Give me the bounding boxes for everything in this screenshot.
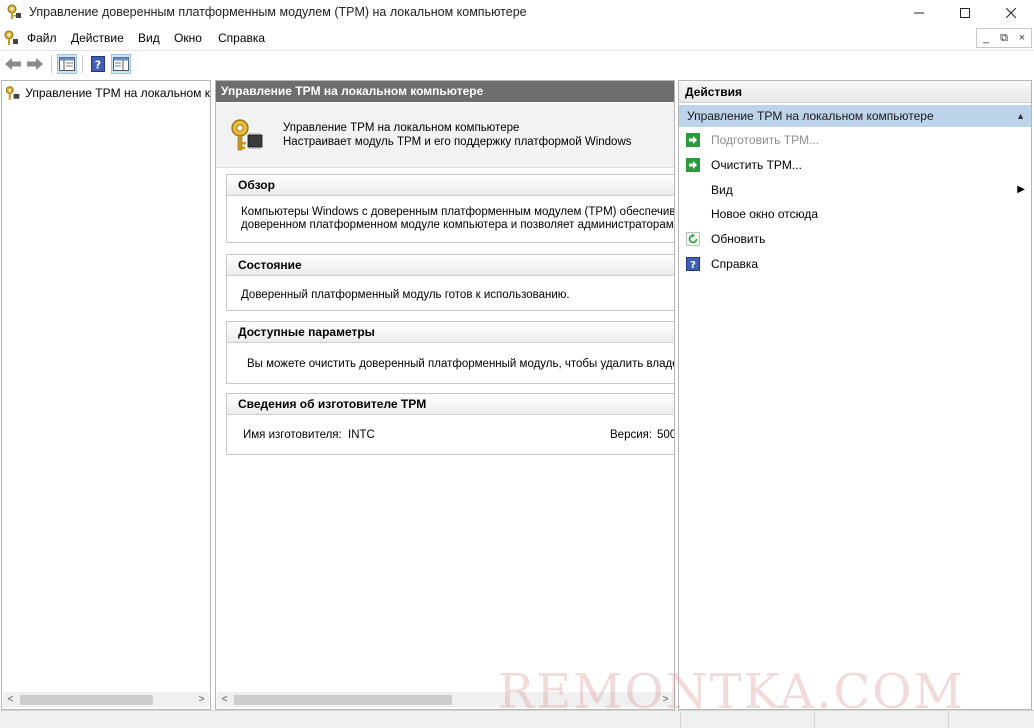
forward-arrow-icon — [27, 58, 43, 70]
title-bar: Управление доверенным платформенным моду… — [0, 0, 1034, 25]
overview-section: Обзор Компьютеры Windows с доверенным пл… — [226, 174, 675, 243]
tpm-app-icon — [7, 4, 21, 19]
status-bar-divider — [814, 713, 815, 727]
action-label: Очистить TPM... — [711, 158, 802, 172]
minimize-button[interactable] — [896, 0, 942, 25]
scrollbar-thumb[interactable] — [20, 695, 153, 705]
action-label: Справка — [711, 257, 759, 271]
tree-item-tpm-management[interactable]: Управление TPM на локальном к — [5, 84, 210, 102]
mdi-window-controls: _ ⧉ × — [976, 28, 1032, 48]
show-hide-action-pane-icon — [113, 57, 129, 71]
refresh-icon — [686, 232, 700, 246]
banner-description: Настраивает модуль TPM и его поддержку п… — [283, 136, 632, 148]
maximize-icon — [960, 7, 970, 18]
maximize-button[interactable] — [942, 0, 988, 25]
manufacturer-section: Сведения об изготовителе TPM Имя изготов… — [226, 393, 675, 455]
overview-section-title: Обзор — [227, 175, 674, 196]
toolbar-separator — [82, 55, 83, 73]
action-prepare-tpm[interactable]: Подготовить TPM... — [679, 129, 1031, 151]
action-refresh[interactable]: Обновить — [679, 228, 1031, 250]
help-icon: ? — [686, 257, 700, 271]
close-icon — [1006, 7, 1016, 18]
show-hide-console-tree-button[interactable] — [57, 54, 77, 74]
forward-button[interactable] — [25, 54, 45, 74]
show-hide-action-pane-button[interactable] — [111, 54, 131, 74]
status-bar-divider — [680, 713, 681, 727]
scroll-left-icon[interactable]: < — [217, 692, 232, 707]
action-label: Обновить — [711, 232, 766, 246]
tree-horizontal-scrollbar[interactable]: < > — [3, 692, 209, 707]
status-text: Доверенный платформенный модуль готов к … — [241, 289, 570, 301]
menu-file[interactable]: Файл — [27, 31, 57, 45]
menu-action[interactable]: Действие — [71, 31, 124, 45]
menu-window[interactable]: Окно — [174, 31, 202, 45]
actions-pane: Действия Управление TPM на локальном ком… — [678, 80, 1032, 710]
action-label: Новое окно отсюда — [711, 207, 819, 221]
svg-text:?: ? — [95, 59, 101, 72]
status-bar — [0, 710, 1034, 728]
document-key-icon[interactable] — [3, 30, 19, 46]
svg-text:?: ? — [690, 260, 696, 271]
tpm-key-chip-icon — [231, 119, 263, 151]
overview-text-line1: Компьютеры Windows с доверенным платформ… — [241, 206, 675, 218]
result-pane: Управление TPM на локальном компьютере У… — [215, 80, 675, 710]
result-pane-header: Управление TPM на локальном компьютере — [216, 81, 674, 102]
menu-bar: Файл Действие Вид Окно Справка _ ⧉ × — [0, 27, 1034, 49]
mdi-restore-button[interactable]: ⧉ — [995, 29, 1013, 47]
action-label: Подготовить TPM... — [711, 133, 820, 147]
tree-item-label: Управление TPM на локальном к — [25, 86, 210, 100]
window-title: Управление доверенным платформенным моду… — [29, 5, 527, 19]
back-arrow-icon — [5, 58, 21, 70]
banner-title: Управление TPM на локальном компьютере — [283, 122, 520, 134]
action-clear-tpm[interactable]: Очистить TPM... — [679, 154, 1031, 176]
manufacturer-version-label: Версия: — [610, 429, 653, 441]
tpm-key-icon — [5, 86, 20, 100]
console-tree-pane: Управление TPM на локальном к < > — [1, 80, 211, 710]
mdi-close-button[interactable]: × — [1013, 29, 1031, 47]
submenu-arrow-icon: ▶ — [1017, 184, 1025, 195]
minimize-icon — [914, 12, 924, 13]
close-button[interactable] — [988, 0, 1034, 25]
action-label: Вид — [711, 183, 733, 197]
green-arrow-icon — [686, 158, 700, 172]
menu-view[interactable]: Вид — [138, 31, 160, 45]
show-hide-console-tree-icon — [59, 57, 75, 71]
actions-pane-header: Действия — [679, 81, 1031, 103]
snapin-banner: Управление TPM на локальном компьютере Н… — [216, 103, 674, 168]
collapse-caret-icon[interactable]: ▲ — [1016, 105, 1025, 127]
green-arrow-icon — [686, 133, 700, 147]
help-icon: ? — [91, 56, 105, 72]
actions-group-header[interactable]: Управление TPM на локальном компьютере ▲ — [679, 105, 1031, 127]
status-bar-divider — [948, 713, 949, 727]
manufacturer-section-title: Сведения об изготовителе TPM — [227, 394, 674, 415]
available-options-section-title: Доступные параметры — [227, 322, 674, 343]
action-help[interactable]: ? Справка — [679, 253, 1031, 275]
toolbar-separator — [51, 55, 52, 73]
toolbar: ? — [0, 50, 1034, 76]
scrollbar-thumb[interactable] — [234, 695, 452, 705]
action-view[interactable]: Вид ▶ — [679, 179, 1031, 201]
action-new-window[interactable]: Новое окно отсюда — [679, 203, 1031, 225]
back-button[interactable] — [3, 54, 23, 74]
status-section: Состояние Доверенный платформенный модул… — [226, 254, 674, 311]
scroll-right-icon[interactable]: > — [658, 692, 673, 707]
result-horizontal-scrollbar[interactable]: < > — [217, 692, 673, 707]
menu-help[interactable]: Справка — [218, 31, 265, 45]
overview-text-line2: доверенном платформенном модуле компьюте… — [241, 219, 675, 231]
scroll-right-icon[interactable]: > — [194, 692, 209, 707]
mdi-minimize-button[interactable]: _ — [977, 29, 995, 47]
available-options-text: Вы можете очистить доверенный платформен… — [247, 358, 675, 370]
available-options-section: Доступные параметры Вы можете очистить д… — [226, 321, 675, 384]
actions-group-label: Управление TPM на локальном компьютере — [687, 109, 934, 123]
manufacturer-version-value: 500 — [657, 429, 675, 441]
manufacturer-name-value: INTC — [348, 429, 375, 441]
status-section-title: Состояние — [227, 255, 674, 276]
scroll-left-icon[interactable]: < — [3, 692, 18, 707]
manufacturer-name-label: Имя изготовителя: — [243, 429, 342, 441]
help-toolbar-button[interactable]: ? — [88, 54, 108, 74]
